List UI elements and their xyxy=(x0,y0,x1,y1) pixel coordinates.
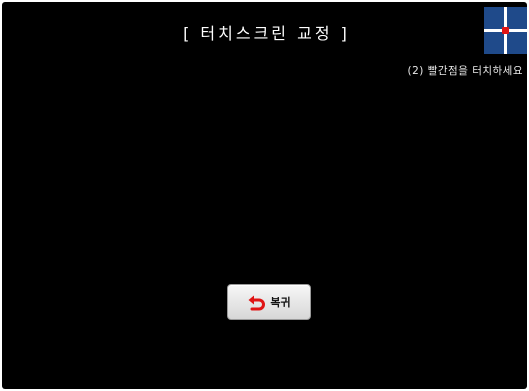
undo-arrow-icon xyxy=(247,292,267,312)
calibration-target[interactable] xyxy=(484,7,527,54)
red-target-dot[interactable] xyxy=(502,27,509,34)
back-button[interactable]: 복귀 xyxy=(227,284,311,320)
calibration-screen[interactable]: [ 터치스크린 교정 ] (2) 빨간점을 터치하세요 복귀 xyxy=(2,2,527,389)
calibration-instruction: (2) 빨간점을 터치하세요 xyxy=(407,65,523,77)
back-button-label: 복귀 xyxy=(270,296,291,309)
page-title: [ 터치스크린 교정 ] xyxy=(183,24,350,43)
